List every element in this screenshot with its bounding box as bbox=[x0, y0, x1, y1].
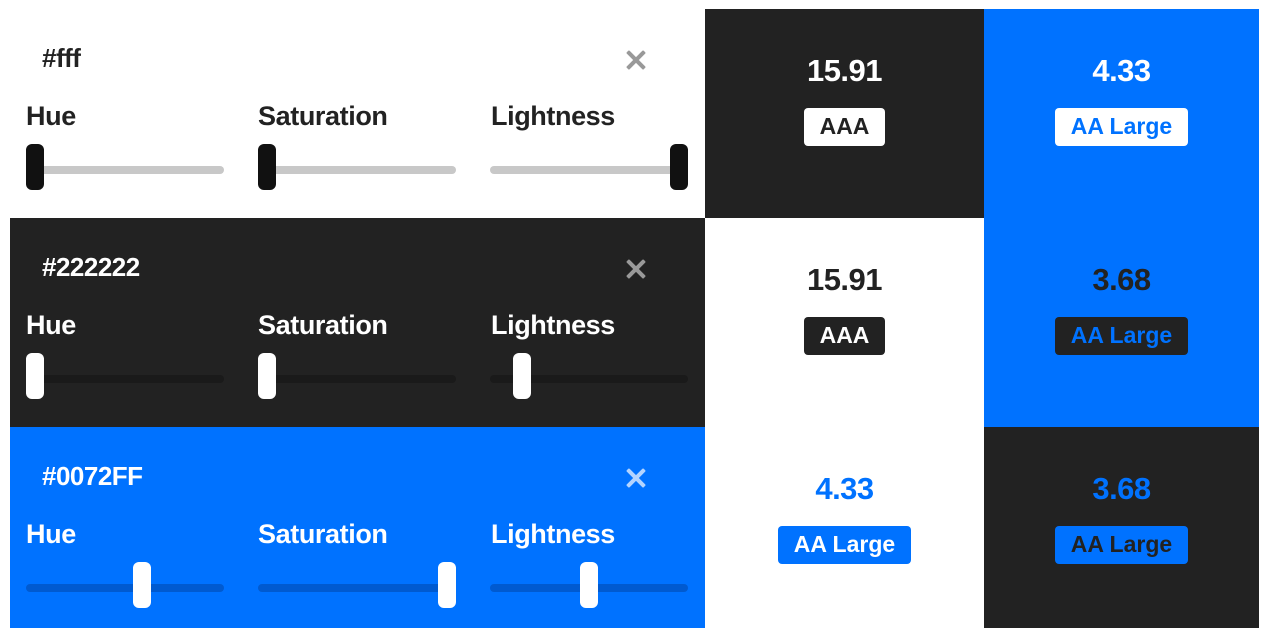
contrast-cell: 4.33 AA Large bbox=[984, 9, 1259, 218]
color-hex-value[interactable]: #222222 bbox=[42, 252, 140, 283]
contrast-ratio: 4.33 bbox=[815, 471, 874, 506]
hue-slider[interactable] bbox=[26, 353, 224, 399]
close-icon[interactable] bbox=[624, 257, 648, 281]
close-icon[interactable] bbox=[624, 48, 648, 72]
saturation-slider-thumb[interactable] bbox=[258, 353, 276, 399]
contrast-ratio: 3.68 bbox=[1092, 471, 1151, 506]
lightness-label: Lightness bbox=[491, 101, 615, 131]
contrast-cell: 3.68 AA Large bbox=[984, 427, 1259, 628]
lightness-slider-thumb[interactable] bbox=[580, 562, 598, 608]
hue-slider[interactable] bbox=[26, 144, 224, 190]
color-panel-white: #fff Hue Saturation Lightness bbox=[10, 9, 705, 218]
hue-slider-thumb[interactable] bbox=[132, 562, 151, 608]
saturation-slider[interactable] bbox=[258, 562, 456, 608]
wcag-rating-badge: AAA bbox=[803, 317, 886, 355]
contrast-ratio: 4.33 bbox=[1092, 53, 1151, 88]
contrast-cell: 3.68 AA Large bbox=[984, 218, 1259, 427]
saturation-label: Saturation bbox=[258, 310, 388, 340]
contrast-ratio: 3.68 bbox=[1092, 262, 1151, 297]
saturation-slider[interactable] bbox=[258, 144, 456, 190]
saturation-slider-thumb[interactable] bbox=[438, 562, 456, 608]
color-panel-blue: #0072FF Hue Saturation Lightness bbox=[10, 427, 705, 628]
hue-slider-thumb[interactable] bbox=[26, 144, 44, 190]
wcag-rating-badge: AA Large bbox=[1054, 526, 1189, 564]
wcag-rating-badge: AA Large bbox=[1054, 317, 1189, 355]
lightness-slider-thumb[interactable] bbox=[670, 144, 688, 190]
wcag-rating-badge: AA Large bbox=[777, 526, 912, 564]
lightness-slider[interactable] bbox=[490, 144, 688, 190]
saturation-label: Saturation bbox=[258, 519, 388, 549]
color-panel-dark: #222222 Hue Saturation Lightness bbox=[10, 218, 705, 427]
lightness-label: Lightness bbox=[491, 310, 615, 340]
hue-label: Hue bbox=[26, 101, 76, 131]
color-hex-value[interactable]: #0072FF bbox=[42, 461, 143, 492]
lightness-slider[interactable] bbox=[490, 562, 688, 608]
saturation-slider-thumb[interactable] bbox=[258, 144, 276, 190]
hue-slider-thumb[interactable] bbox=[26, 353, 44, 399]
contrast-cell: 4.33 AA Large bbox=[705, 427, 984, 628]
hue-label: Hue bbox=[26, 310, 76, 340]
hue-slider[interactable] bbox=[26, 562, 224, 608]
wcag-rating-badge: AAA bbox=[803, 108, 886, 146]
lightness-label: Lightness bbox=[491, 519, 615, 549]
hue-label: Hue bbox=[26, 519, 76, 549]
contrast-ratio: 15.91 bbox=[806, 53, 883, 88]
contrast-cell: 15.91 AAA bbox=[705, 218, 984, 427]
contrast-ratio: 15.91 bbox=[806, 262, 883, 297]
lightness-slider-thumb[interactable] bbox=[513, 353, 532, 399]
color-hex-value[interactable]: #fff bbox=[42, 43, 81, 74]
close-icon[interactable] bbox=[624, 466, 648, 490]
saturation-slider[interactable] bbox=[258, 353, 456, 399]
contrast-cell: 15.91 AAA bbox=[705, 9, 984, 218]
saturation-label: Saturation bbox=[258, 101, 388, 131]
wcag-rating-badge: AA Large bbox=[1054, 108, 1189, 146]
lightness-slider[interactable] bbox=[490, 353, 688, 399]
